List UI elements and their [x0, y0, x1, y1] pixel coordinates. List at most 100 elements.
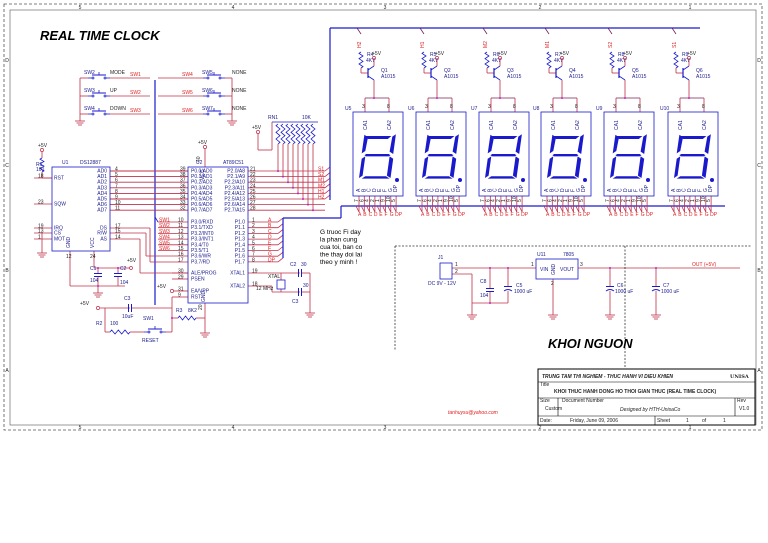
frame-col-label: 1 — [689, 425, 692, 431]
digit-net-label: S2 — [608, 42, 614, 48]
c3-reset-value: 10uF — [122, 314, 133, 320]
u1-pin-num: 11 — [115, 206, 120, 212]
digit-resistor-value: 4K7 — [554, 58, 563, 64]
display-ref: U6 — [408, 106, 415, 112]
pin-num: 8 — [575, 104, 578, 110]
net-label: F — [511, 212, 514, 218]
segment-pin-label: DP — [519, 184, 525, 192]
junction-dot — [97, 267, 99, 269]
switch-function-label: DOWN — [110, 106, 126, 112]
reset-label: RESET — [142, 338, 159, 344]
title-block-docnum: Designed by HTH-UnisaCo — [620, 407, 681, 413]
display-ref: U8 — [533, 106, 540, 112]
net-label: C — [684, 212, 688, 218]
title-block-rev: V1.0 — [739, 406, 750, 412]
u1-pin-name: AS — [100, 237, 107, 243]
ca2-label: CA2 — [702, 120, 708, 130]
u2-pin-num: 8 — [252, 257, 255, 263]
u2-pin-num: 29 — [178, 275, 184, 281]
net-label: F — [636, 212, 639, 218]
transistor-part: A1015 — [569, 74, 584, 80]
designer-note: G truoc Fi day — [320, 229, 362, 236]
vcc-label: +5V — [157, 284, 167, 290]
title-block-sheets: 1 — [723, 418, 726, 424]
schematic: 5544332211D DC CB BA AREAL TIME CLOCKSW2 MODE… — [0, 0, 768, 543]
vcc-label: +5V — [435, 51, 445, 57]
net-label: G — [453, 212, 457, 218]
ca1-label: CA1 — [614, 120, 620, 130]
pin-num: 5 — [706, 199, 712, 202]
net-label: DP — [268, 257, 276, 263]
u1-pin-num: 14 — [115, 235, 121, 241]
ca2-label: CA2 — [638, 120, 644, 130]
junction-dot — [507, 267, 509, 269]
segment — [424, 176, 453, 179]
segment-pin-label: DP — [644, 184, 650, 192]
switch-ref: SW2 — [84, 70, 95, 76]
decimal-point — [646, 178, 650, 182]
junction-dot — [117, 267, 119, 269]
seven-segment-display — [540, 111, 592, 197]
segment — [487, 176, 516, 179]
frame-col-label: 2 — [539, 425, 542, 431]
c6-value: 1000 uF — [615, 289, 633, 295]
ca1-label: CA1 — [489, 120, 495, 130]
junction-dot — [302, 198, 304, 200]
net-label: D — [625, 212, 629, 218]
seven-segment-display — [667, 111, 719, 197]
dc-jack-j1 — [439, 262, 453, 280]
u2-pin-name: P3.7/RD — [191, 259, 210, 265]
u2-pin-num: 40 — [196, 156, 202, 162]
frame-col-label: 5 — [79, 5, 82, 11]
segment — [615, 154, 642, 157]
digit-net-label: S1 — [672, 42, 678, 48]
pin-num: 8 — [638, 104, 641, 110]
crystal-icon — [276, 279, 286, 290]
u1-gnd-label: GND — [66, 237, 72, 249]
net-label: DP — [521, 212, 529, 218]
frame-col-label: 4 — [232, 425, 235, 431]
switch-ref: SW7 — [202, 106, 213, 112]
u1-pin-name: AD7 — [97, 208, 107, 214]
net-label: SW3 — [130, 108, 141, 114]
frame-col-label: 3 — [384, 5, 387, 11]
frame-row-label: D — [5, 58, 9, 64]
switch-ref: SW5 — [202, 70, 213, 76]
net-label: DP — [583, 212, 591, 218]
u1-pin-name: SQW — [54, 202, 66, 208]
segment — [679, 136, 707, 139]
pin-num: 2 — [455, 269, 458, 275]
segment — [676, 176, 705, 179]
r2-value: 100 — [110, 321, 119, 327]
c3-reset-ref: C3 — [124, 296, 131, 302]
frame-row-label: C — [5, 163, 9, 169]
vout-label: VOUT — [560, 267, 574, 273]
net-label: DP — [646, 212, 654, 218]
title-block-sheet: 1 — [686, 418, 689, 424]
pin-num: 8 — [387, 104, 390, 110]
designer-note: cua toi, ban co — [320, 244, 363, 251]
net-label: F — [700, 212, 703, 218]
vcc-label: +5V — [127, 258, 137, 264]
junction-dot — [373, 97, 375, 99]
c2-ref: C2 — [290, 262, 297, 268]
display-ref: U7 — [471, 106, 478, 112]
u2-pin-name: XTAL1 — [230, 271, 245, 277]
segment — [361, 176, 390, 179]
u2-pin-name: RST — [191, 295, 201, 301]
net-label: DP — [458, 212, 466, 218]
u1-pin-num: 23 — [38, 200, 44, 206]
display-ref: U5 — [345, 106, 352, 112]
u2-pin-name: P2.7/A15 — [224, 208, 245, 214]
net-label: F — [573, 212, 576, 218]
ca1-label: CA1 — [426, 120, 432, 130]
vcc-label: +5V — [623, 51, 633, 57]
net-label: SW2 — [130, 90, 141, 96]
u2-pin-name: P1.7 — [235, 259, 246, 265]
pin-num: 3 — [677, 104, 680, 110]
vcc-icon — [96, 306, 100, 310]
decimal-point — [521, 178, 525, 182]
pin-num: 3 — [488, 104, 491, 110]
display-ref: U9 — [596, 106, 603, 112]
net-label: C — [369, 212, 373, 218]
